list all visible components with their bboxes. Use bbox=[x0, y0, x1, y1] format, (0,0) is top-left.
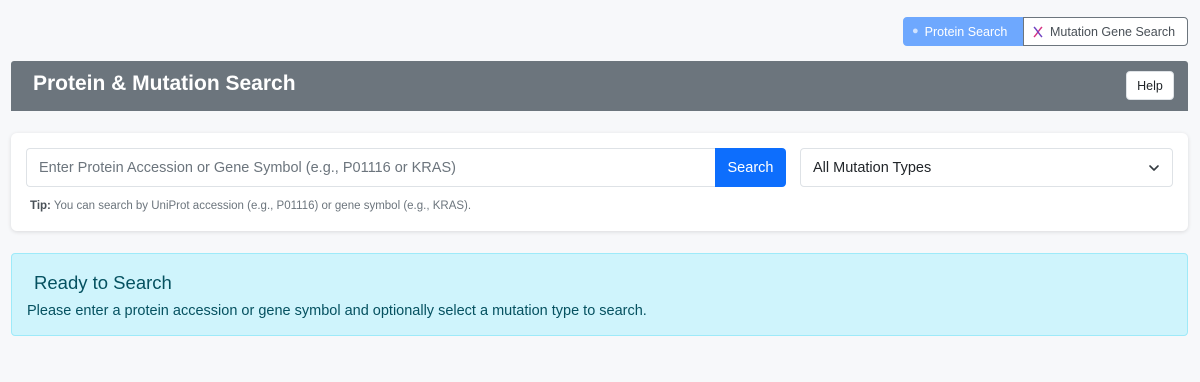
dna-icon bbox=[1032, 25, 1044, 38]
status-title: Ready to Search bbox=[34, 272, 172, 293]
search-card: Search All Mutation Types Tip: You can s… bbox=[11, 133, 1188, 231]
chevron-down-icon bbox=[1149, 164, 1159, 171]
tip-label: Tip: bbox=[30, 200, 51, 212]
search-input[interactable] bbox=[26, 148, 715, 187]
search-mode-toggle: ● Protein Search Mutation Gene Search bbox=[903, 17, 1188, 46]
mutation-gene-search-button[interactable]: Mutation Gene Search bbox=[1023, 17, 1188, 46]
mutation-type-select[interactable]: All Mutation Types bbox=[800, 148, 1173, 187]
search-button[interactable]: Search bbox=[715, 148, 786, 187]
status-message: Please enter a protein accession or gene… bbox=[27, 303, 647, 319]
mutation-gene-search-label: Mutation Gene Search bbox=[1050, 24, 1176, 39]
circle-dot-icon: ● bbox=[912, 25, 919, 37]
protein-search-label: Protein Search bbox=[924, 24, 1008, 39]
page-header: Protein & Mutation Search Help bbox=[11, 61, 1188, 111]
protein-search-button[interactable]: ● Protein Search bbox=[903, 17, 1023, 46]
mutation-type-value: All Mutation Types bbox=[813, 159, 932, 176]
status-alert: Ready to Search Please enter a protein a… bbox=[11, 253, 1188, 336]
search-tip: Tip: You can search by UniProt accession… bbox=[30, 200, 471, 212]
page-title: Protein & Mutation Search bbox=[33, 72, 296, 95]
tip-text: You can search by UniProt accession (e.g… bbox=[50, 200, 472, 212]
help-button[interactable]: Help bbox=[1126, 71, 1174, 100]
